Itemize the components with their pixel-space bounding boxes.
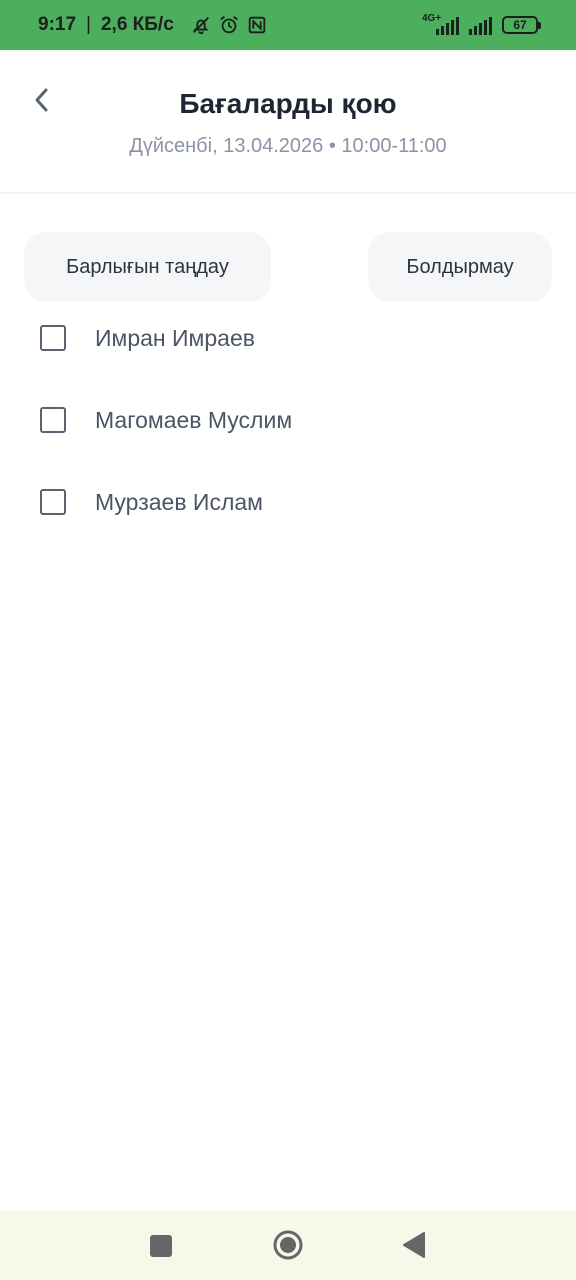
mute-icon (192, 17, 209, 35)
student-checkbox[interactable] (40, 325, 66, 351)
triangle-back-icon (403, 1232, 425, 1258)
status-left: 9:17 | 2,6 КБ/с (38, 14, 268, 36)
system-back-button[interactable] (400, 1231, 428, 1259)
status-separator: | (86, 14, 91, 35)
lesson-date-time: Дүйсенбі, 13.04.2026 • 10:00-11:00 (129, 135, 447, 157)
student-name: Имран Имраев (95, 324, 255, 351)
status-net-speed: 2,6 КБ/с (100, 14, 174, 35)
student-row[interactable]: Имран Имраев (0, 297, 576, 379)
select-all-button[interactable]: Барлығын таңдау (24, 232, 271, 302)
page-header: Бағаларды қою Дүйсенбі, 13.04.2026 • 10:… (0, 50, 576, 194)
status-bar: 9:17 | 2,6 КБ/с 4G+ 67 (0, 0, 576, 50)
status-icons (190, 14, 268, 36)
student-name: Магомаев Муслим (95, 406, 293, 433)
student-row[interactable]: Магомаев Муслим (0, 379, 576, 461)
battery-icon: 67 (502, 16, 541, 34)
selection-actions: Барлығын таңдау Болдырмау (0, 232, 576, 302)
student-list: Имран Имраев Магомаев Муслим Мурзаев Исл… (0, 297, 576, 543)
student-checkbox[interactable] (40, 407, 66, 433)
net-type-label: 4G+ (422, 13, 442, 24)
recent-apps-button[interactable] (147, 1232, 175, 1260)
signal-icon-2 (469, 17, 492, 35)
cancel-button[interactable]: Болдырмау (368, 232, 552, 302)
nfc-icon (248, 16, 266, 34)
status-right: 4G+ 67 (422, 13, 541, 36)
square-icon (150, 1235, 172, 1257)
student-name: Мурзаев Ислам (95, 488, 263, 515)
home-circle-icon (273, 1230, 303, 1260)
home-button[interactable] (272, 1229, 304, 1261)
student-checkbox[interactable] (40, 489, 66, 515)
page-title: Бағаларды қою (179, 88, 397, 119)
alarm-icon (219, 16, 238, 34)
system-nav-bar (0, 1210, 576, 1280)
status-time: 9:17 (38, 14, 77, 35)
student-row[interactable]: Мурзаев Ислам (0, 461, 576, 543)
